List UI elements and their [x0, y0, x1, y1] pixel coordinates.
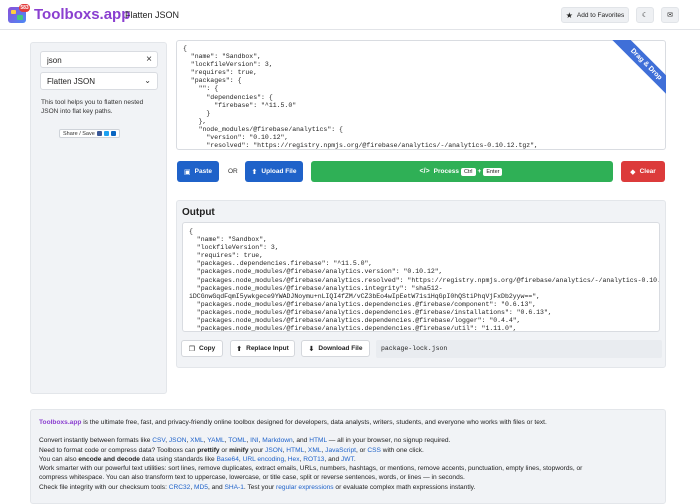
share-save-button[interactable]: Share / Save: [59, 129, 120, 138]
envelope-icon: ✉: [667, 12, 673, 19]
or-label: OR: [228, 168, 238, 175]
download-file-label: Download File: [318, 345, 363, 352]
star-icon: ★: [565, 10, 573, 20]
theme-toggle-button[interactable]: ☾: [636, 7, 654, 23]
ctrl-key: Ctrl: [460, 167, 476, 176]
enter-key: Enter: [483, 167, 503, 176]
about-encode: You can also encode and decode data usin…: [39, 455, 356, 463]
tool-description: This tool helps you to flatten nested JS…: [41, 99, 144, 115]
link-markdown[interactable]: Markdown: [262, 437, 292, 444]
share-icon[interactable]: [110, 131, 116, 136]
link-md5[interactable]: MD5: [194, 484, 208, 491]
share-label: Share / Save: [63, 130, 95, 137]
page-title: Flatten JSON: [125, 10, 180, 20]
download-icon: ⬇: [308, 345, 315, 353]
logo[interactable]: 583: [8, 4, 30, 26]
link-csv[interactable]: CSV: [152, 437, 165, 444]
output-title: Output: [182, 207, 215, 218]
about-checksum: Check file integrity with our checksum t…: [39, 483, 476, 491]
paste-label: Paste: [194, 168, 212, 175]
clear-search-icon[interactable]: ×: [146, 54, 152, 65]
search-input[interactable]: [47, 55, 137, 66]
logo-badge: 583: [19, 4, 30, 12]
copy-icon: ❐: [188, 345, 196, 353]
tool-select[interactable]: Flatten JSON ⌄: [40, 72, 158, 90]
about-whitespace: compress whitespace. You can also transf…: [39, 474, 465, 482]
json-input-area[interactable]: { "name": "Sandbox", "lockfileVersion": …: [176, 40, 666, 150]
brand-name[interactable]: Toolboxs.app: [34, 6, 130, 23]
link-rot13[interactable]: ROT13: [303, 456, 324, 463]
output-code[interactable]: { "name": "Sandbox", "lockfileVersion": …: [189, 228, 659, 331]
link-toml[interactable]: TOML: [228, 437, 246, 444]
link-ini[interactable]: INI: [250, 437, 258, 444]
link-html[interactable]: HTML: [309, 437, 327, 444]
about-format: Need to format code or compress data? To…: [39, 446, 424, 454]
link-javascript[interactable]: JavaScript: [325, 447, 356, 454]
clear-button[interactable]: ◆ Clear: [621, 161, 665, 182]
code-icon: </>: [419, 168, 430, 175]
clipboard-icon: ▣: [184, 168, 191, 176]
upload-icon: ⬆: [251, 168, 258, 176]
facebook-icon[interactable]: [96, 131, 102, 136]
link-regex[interactable]: regular expressions: [276, 484, 334, 491]
input-code[interactable]: { "name": "Sandbox", "lockfileVersion": …: [183, 45, 538, 149]
about-text-utilities: Work smarter with our powerful text util…: [39, 465, 583, 473]
chevron-down-icon: ⌄: [144, 76, 151, 85]
output-area[interactable]: { "name": "Sandbox", "lockfileVersion": …: [182, 222, 660, 332]
about-convert: Convert instantly between formats like C…: [39, 437, 451, 445]
clear-label: Clear: [639, 168, 656, 175]
twitter-icon[interactable]: [103, 131, 109, 136]
link-json[interactable]: JSON: [169, 437, 187, 444]
link-html-format[interactable]: HTML: [286, 447, 304, 454]
link-url-encoding[interactable]: URL encoding: [243, 456, 285, 463]
link-json-format[interactable]: JSON: [265, 447, 283, 454]
about-section: Toolboxs.app is the ultimate free, fast,…: [30, 409, 666, 504]
link-yaml[interactable]: YAML: [207, 437, 224, 444]
copy-label: Copy: [199, 345, 216, 352]
link-xml[interactable]: XML: [190, 437, 204, 444]
replace-input-button[interactable]: ⬆ Replace Input: [230, 340, 295, 357]
link-sha1[interactable]: SHA-1: [224, 484, 243, 491]
top-header: 583 Toolboxs.app Flatten JSON ★ Add to F…: [0, 0, 700, 30]
link-crc32[interactable]: CRC32: [169, 484, 191, 491]
about-lead: Toolboxs.app is the ultimate free, fast,…: [39, 419, 547, 426]
drag-drop-ribbon: Drag & Drop: [598, 40, 666, 108]
add-to-favorites-button[interactable]: ★ Add to Favorites: [561, 7, 629, 23]
output-filename[interactable]: package-lock.json: [376, 340, 662, 358]
moon-icon: ☾: [641, 12, 649, 19]
add-to-favorites-label: Add to Favorites: [576, 11, 625, 19]
replace-input-label: Replace Input: [246, 345, 289, 352]
paste-button[interactable]: ▣ Paste: [177, 161, 219, 182]
plus-label: +: [477, 168, 482, 175]
download-file-button[interactable]: ⬇ Download File: [301, 340, 370, 357]
copy-button[interactable]: ❐ Copy: [181, 340, 223, 357]
brand-link[interactable]: Toolboxs.app: [39, 419, 81, 426]
upload-file-button[interactable]: ⬆ Upload File: [245, 161, 303, 182]
search-field[interactable]: ×: [40, 51, 158, 68]
tool-select-value: Flatten JSON: [47, 77, 96, 86]
link-xml-format[interactable]: XML: [308, 447, 322, 454]
process-button[interactable]: </> Process Ctrl + Enter: [311, 161, 613, 182]
upload-label: Upload File: [261, 168, 297, 175]
process-label: Process: [433, 168, 459, 175]
drag-drop-label: Drag & Drop: [606, 40, 666, 105]
link-jwt[interactable]: JWT: [341, 456, 354, 463]
eraser-icon: ◆: [630, 168, 636, 176]
link-base64[interactable]: Base64: [217, 456, 239, 463]
sidebar: × Flatten JSON ⌄ This tool helps you to …: [30, 42, 167, 394]
upload-icon: ⬆: [236, 345, 243, 353]
contact-button[interactable]: ✉: [661, 7, 679, 23]
link-css[interactable]: CSS: [367, 447, 381, 454]
link-hex[interactable]: Hex: [288, 456, 300, 463]
